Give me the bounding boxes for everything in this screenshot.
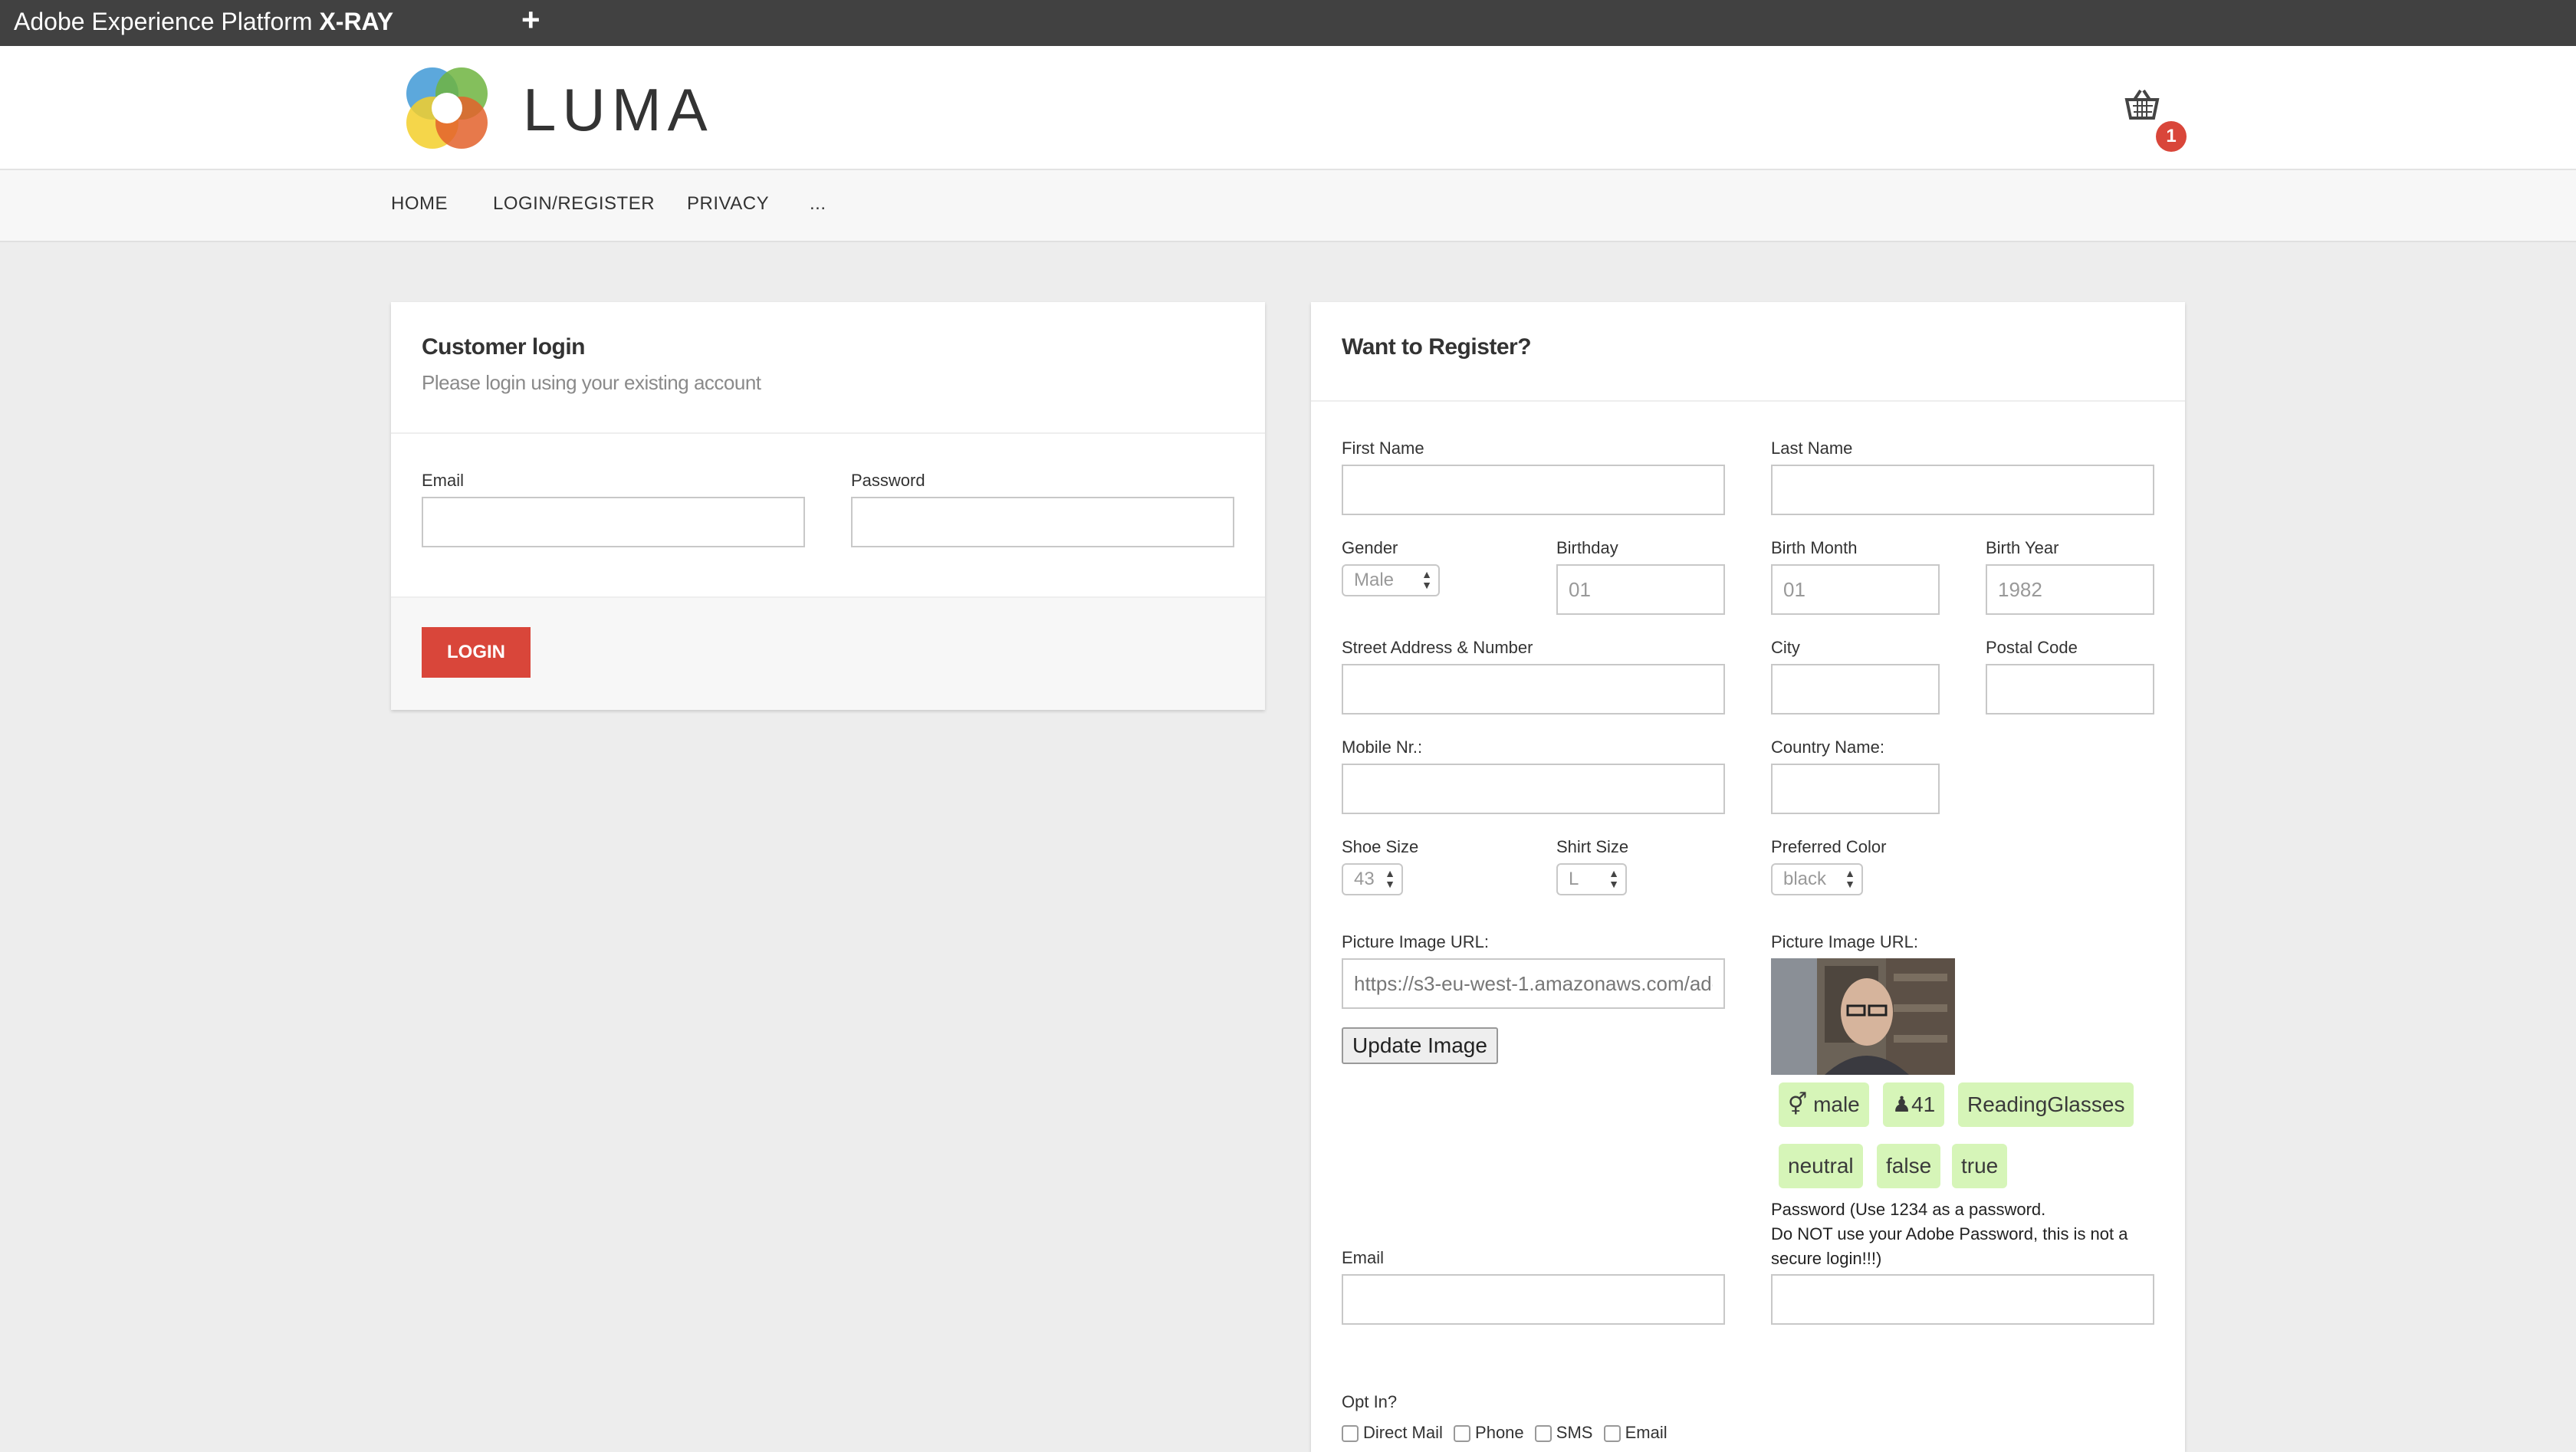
tag-age: ♟41 — [1883, 1082, 1945, 1127]
optin-email-label: Email — [1625, 1423, 1668, 1442]
gender-symbol-icon: ⚥ — [1788, 1092, 1808, 1116]
tag-gender: ⚥ male — [1779, 1082, 1869, 1127]
cart-count-badge: 1 — [2156, 121, 2187, 152]
city-label: City — [1771, 638, 1800, 657]
select-arrows-icon: ▲ ▼ — [1845, 867, 1855, 890]
nav-more[interactable]: ... — [810, 193, 826, 215]
birth-month-input[interactable] — [1771, 564, 1940, 615]
login-panel-header: Customer login Please login using your e… — [391, 302, 1265, 434]
birthday-input[interactable] — [1556, 564, 1725, 615]
optin-email-checkbox[interactable] — [1603, 1425, 1621, 1443]
mobile-input[interactable] — [1342, 764, 1725, 814]
optin-sms-checkbox[interactable] — [1534, 1425, 1552, 1443]
country-input[interactable] — [1771, 764, 1940, 814]
login-button[interactable]: LOGIN — [422, 627, 531, 678]
birth-month-label: Birth Month — [1771, 538, 1858, 557]
main-nav: HOME LOGIN/REGISTER PRIVACY ... — [0, 170, 2576, 242]
first-name-input[interactable] — [1342, 465, 1725, 515]
tag-flag-false: false — [1877, 1144, 1941, 1188]
picture-url-label: Picture Image URL: — [1342, 932, 1489, 951]
preferred-color-select[interactable]: black ▲ ▼ — [1771, 863, 1863, 895]
birth-year-label: Birth Year — [1986, 538, 2059, 557]
street-label: Street Address & Number — [1342, 638, 1533, 657]
password-note-line1: Password (Use 1234 as a password. — [1771, 1200, 2046, 1219]
preferred-color-label: Preferred Color — [1771, 837, 1887, 856]
login-password-label: Password — [851, 471, 925, 490]
nav-home[interactable]: HOME — [391, 193, 448, 215]
person-icon: ♟ — [1892, 1092, 1912, 1116]
shirt-size-select[interactable]: L ▲ ▼ — [1556, 863, 1627, 895]
birthday-label: Birthday — [1556, 538, 1618, 557]
birth-year-input[interactable] — [1986, 564, 2154, 615]
optin-direct-mail-label: Direct Mail — [1363, 1423, 1443, 1442]
password-note: Password (Use 1234 as a password. Do NOT… — [1771, 1197, 2154, 1271]
register-password-input[interactable] — [1771, 1274, 2154, 1325]
browser-tab-bar: Adobe Experience Platform X-RAY + — [0, 0, 2576, 46]
select-arrows-icon: ▲ ▼ — [1421, 568, 1432, 591]
city-input[interactable] — [1771, 664, 1940, 715]
tag-gender-value: male — [1813, 1092, 1860, 1116]
picture-preview-label: Picture Image URL: — [1771, 932, 1918, 951]
tag-age-value: 41 — [1911, 1092, 1936, 1116]
tab-title-bold: X-RAY — [319, 8, 394, 35]
tab-title[interactable]: Adobe Experience Platform X-RAY — [14, 8, 393, 36]
optin-phone-checkbox[interactable] — [1454, 1425, 1471, 1443]
optin-direct-mail-checkbox[interactable] — [1342, 1425, 1359, 1443]
nav-privacy[interactable]: PRIVACY — [687, 193, 769, 215]
shirt-size-value: L — [1569, 869, 1579, 889]
register-title: Want to Register? — [1342, 334, 1532, 360]
update-image-button[interactable]: Update Image — [1342, 1027, 1498, 1064]
country-label: Country Name: — [1771, 737, 1884, 757]
login-subtitle: Please login using your existing account — [422, 371, 761, 394]
postal-code-input[interactable] — [1986, 664, 2154, 715]
select-arrows-icon: ▲ ▼ — [1608, 867, 1619, 890]
shoe-size-select[interactable]: 43 ▲ ▼ — [1342, 863, 1403, 895]
mobile-label: Mobile Nr.: — [1342, 737, 1423, 757]
tag-emotion: neutral — [1779, 1144, 1863, 1188]
gender-select[interactable]: Male ▲ ▼ — [1342, 564, 1440, 596]
profile-photo — [1771, 958, 1955, 1075]
shoe-size-label: Shoe Size — [1342, 837, 1419, 856]
tab-title-prefix: Adobe Experience Platform — [14, 8, 320, 35]
login-email-input[interactable] — [422, 497, 805, 547]
login-title: Customer login — [422, 334, 586, 360]
shirt-size-label: Shirt Size — [1556, 837, 1629, 856]
gender-value: Male — [1354, 570, 1395, 590]
site-header: LUMA 1 — [0, 46, 2576, 170]
password-note-line2: Do NOT use your Adobe Password, this is … — [1771, 1224, 2128, 1268]
opt-in-label: Opt In? — [1342, 1392, 1398, 1411]
brand-name: LUMA — [523, 76, 714, 143]
register-email-input[interactable] — [1342, 1274, 1725, 1325]
shopping-basket-icon[interactable] — [2122, 86, 2162, 126]
picture-url-input[interactable] — [1342, 958, 1725, 1009]
opt-in-options: Direct Mail Phone SMS Email — [1342, 1423, 1674, 1443]
login-email-label: Email — [422, 471, 465, 490]
street-input[interactable] — [1342, 664, 1725, 715]
tag-glasses: ReadingGlasses — [1958, 1082, 2134, 1127]
tag-flag-true: true — [1952, 1144, 2008, 1188]
register-email-label: Email — [1342, 1248, 1385, 1267]
luma-logo-icon[interactable] — [399, 60, 495, 156]
select-arrows-icon: ▲ ▼ — [1385, 867, 1395, 890]
nav-login-register[interactable]: LOGIN/REGISTER — [493, 193, 655, 215]
first-name-label: First Name — [1342, 439, 1424, 458]
register-panel-header: Want to Register? — [1311, 302, 2185, 402]
login-password-input[interactable] — [851, 497, 1234, 547]
last-name-input[interactable] — [1771, 465, 2154, 515]
shoe-size-value: 43 — [1354, 869, 1375, 889]
gender-label: Gender — [1342, 538, 1398, 557]
last-name-label: Last Name — [1771, 439, 1853, 458]
preferred-color-value: black — [1783, 869, 1827, 889]
optin-phone-label: Phone — [1475, 1423, 1524, 1442]
new-tab-icon[interactable]: + — [521, 2, 540, 38]
postal-code-label: Postal Code — [1986, 638, 2078, 657]
optin-sms-label: SMS — [1556, 1423, 1593, 1442]
